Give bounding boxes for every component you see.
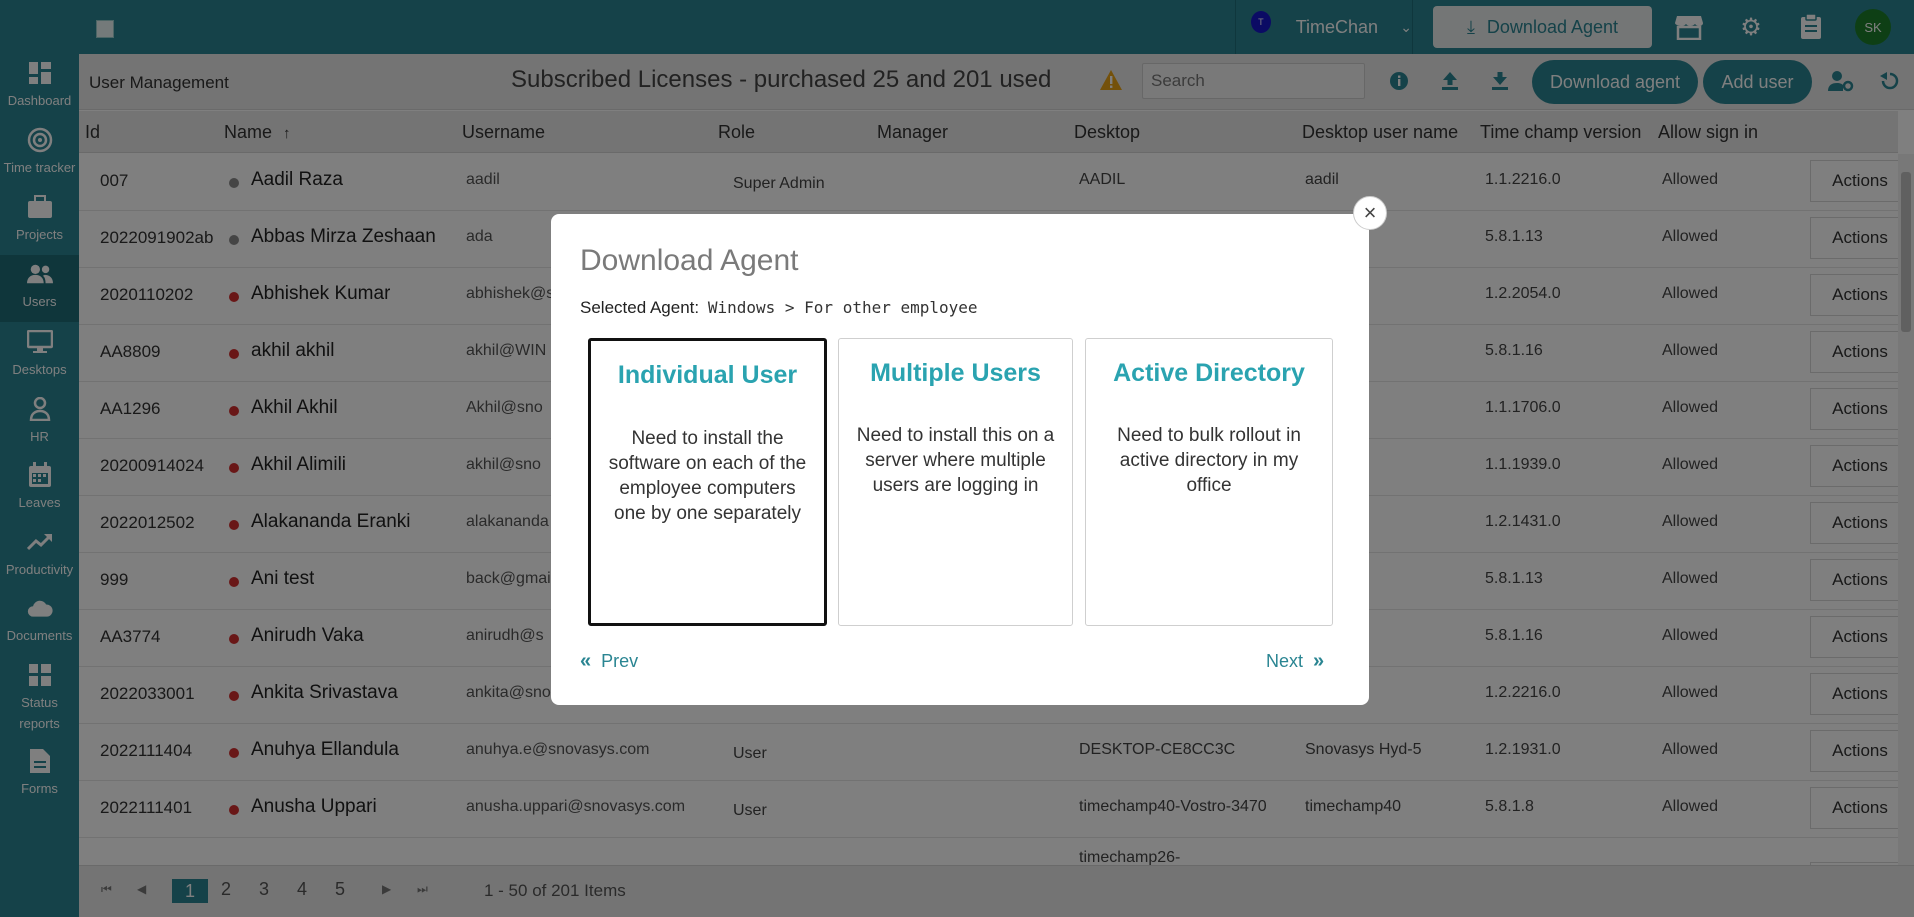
option-description: Need to bulk rollout in active directory… bbox=[1117, 425, 1301, 496]
option-active-directory[interactable]: Active Directory Need to bulk rollout in… bbox=[1085, 338, 1333, 626]
prev-button[interactable]: « Prev bbox=[580, 650, 638, 673]
selected-agent-label: Selected Agent: bbox=[580, 298, 700, 317]
option-title: Individual User bbox=[617, 361, 798, 389]
double-chevron-right-icon: » bbox=[1313, 650, 1325, 672]
next-label: Next bbox=[1266, 651, 1304, 671]
modal-title: Download Agent bbox=[580, 244, 799, 277]
option-individual-user[interactable]: Individual User Need to install the soft… bbox=[588, 338, 827, 626]
close-icon[interactable]: × bbox=[1353, 196, 1387, 230]
option-description: Need to install this on a server where m… bbox=[856, 425, 1055, 496]
option-title: Multiple Users bbox=[870, 359, 1041, 387]
app-root: { "topbar": { "org_initial": "T", "org_n… bbox=[0, 0, 1914, 917]
selected-agent: Selected Agent: Windows > For other empl… bbox=[580, 298, 978, 318]
prev-label: Prev bbox=[601, 651, 639, 671]
download-agent-modal: Download Agent Selected Agent: Windows >… bbox=[551, 214, 1369, 705]
double-chevron-left-icon: « bbox=[580, 650, 592, 672]
option-multiple-users[interactable]: Multiple Users Need to install this on a… bbox=[838, 338, 1073, 626]
option-title: Active Directory bbox=[1113, 359, 1305, 387]
next-button[interactable]: Next » bbox=[1266, 650, 1324, 673]
selected-agent-value: Windows > For other employee bbox=[707, 298, 978, 317]
option-description: Need to install the software on each of … bbox=[608, 428, 807, 524]
